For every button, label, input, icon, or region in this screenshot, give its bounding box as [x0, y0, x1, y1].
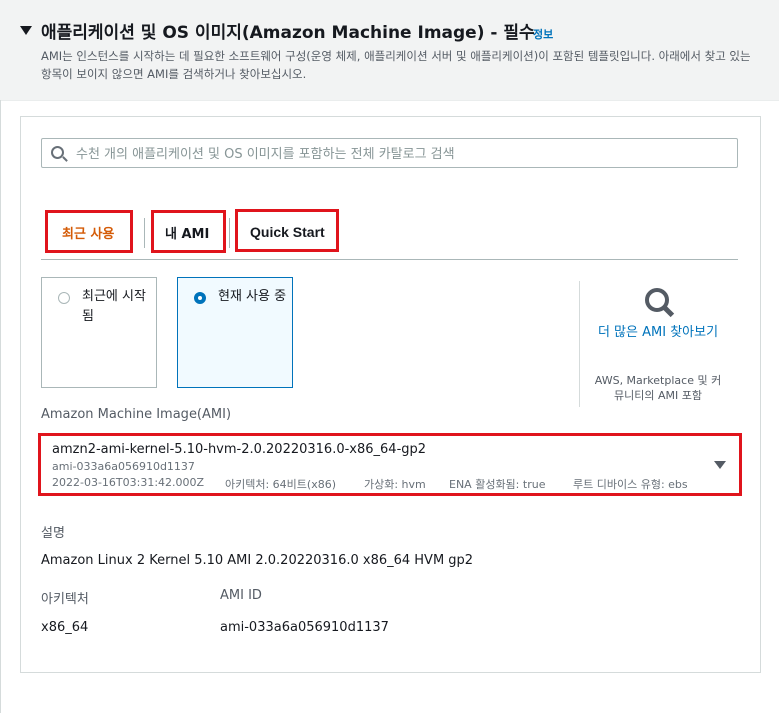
section-description: AMI는 인스턴스를 시작하는 데 필요한 소프트웨어 구성(운영 체제, 애플… [41, 49, 751, 81]
option-recently-launched[interactable]: 최근에 시작됨 [41, 277, 157, 388]
option-label: 최근에 시작됨 [82, 289, 146, 324]
tab-recent[interactable]: 최근 사용 [62, 223, 114, 242]
tab-divider [229, 218, 230, 248]
ami-name: amzn2-ami-kernel-5.10-hvm-2.0.20220316.0… [52, 442, 427, 457]
ami-field-label: Amazon Machine Image(AMI) [41, 407, 232, 422]
dropdown-caret-icon [714, 461, 726, 469]
left-border [0, 100, 1, 713]
section-header: 애플리케이션 및 OS 이미지(Amazon Machine Image) - … [0, 0, 779, 101]
tabs-underline [41, 259, 738, 260]
description-label: 설명 [41, 526, 65, 541]
info-link[interactable]: 정보 [533, 26, 553, 42]
catalog-search[interactable] [41, 138, 738, 169]
ami-select[interactable]: amzn2-ami-kernel-5.10-hvm-2.0.20220316.0… [38, 433, 742, 496]
browse-more-amis-link[interactable]: 더 많은 AMI 찾아보기 [592, 323, 724, 342]
architecture-value: x86_64 [41, 620, 89, 635]
collapse-caret-icon[interactable] [20, 26, 32, 35]
architecture-label: 아키텍처 [41, 592, 89, 607]
ami-id-label: AMI ID [220, 588, 262, 603]
ami-ena: ENA 활성화됨: true [449, 478, 546, 491]
ami-date: 2022-03-16T03:31:42.000Z [52, 476, 205, 489]
vertical-divider [579, 281, 580, 407]
ami-virtualization: 가상화: hvm [364, 478, 426, 491]
option-currently-in-use[interactable]: 현재 사용 중 [177, 277, 293, 388]
ami-id: ami-033a6a056910d1137 [52, 460, 195, 473]
ami-architecture: 아키텍처: 64비트(x86) [225, 478, 337, 491]
tab-my-ami[interactable]: 내 AMI [165, 223, 209, 242]
search-input[interactable] [74, 139, 728, 169]
section-title: 애플리케이션 및 OS 이미지(Amazon Machine Image) - … [41, 23, 535, 43]
option-label: 현재 사용 중 [218, 289, 287, 304]
description-value: Amazon Linux 2 Kernel 5.10 AMI 2.0.20220… [41, 553, 474, 568]
radio-recently-launched[interactable] [58, 292, 70, 304]
ami-root-device: 루트 디바이스 유형: ebs [573, 478, 688, 491]
browse-more-subtext: AWS, Marketplace 및 커뮤니티의 AMI 포함 [594, 374, 722, 402]
magnifier-icon[interactable] [645, 288, 669, 312]
tab-quick-start[interactable]: Quick Start [250, 224, 325, 240]
ami-id-value: ami-033a6a056910d1137 [220, 620, 389, 635]
radio-currently-in-use[interactable] [194, 292, 206, 304]
search-icon [51, 146, 64, 159]
tab-divider [144, 218, 145, 248]
